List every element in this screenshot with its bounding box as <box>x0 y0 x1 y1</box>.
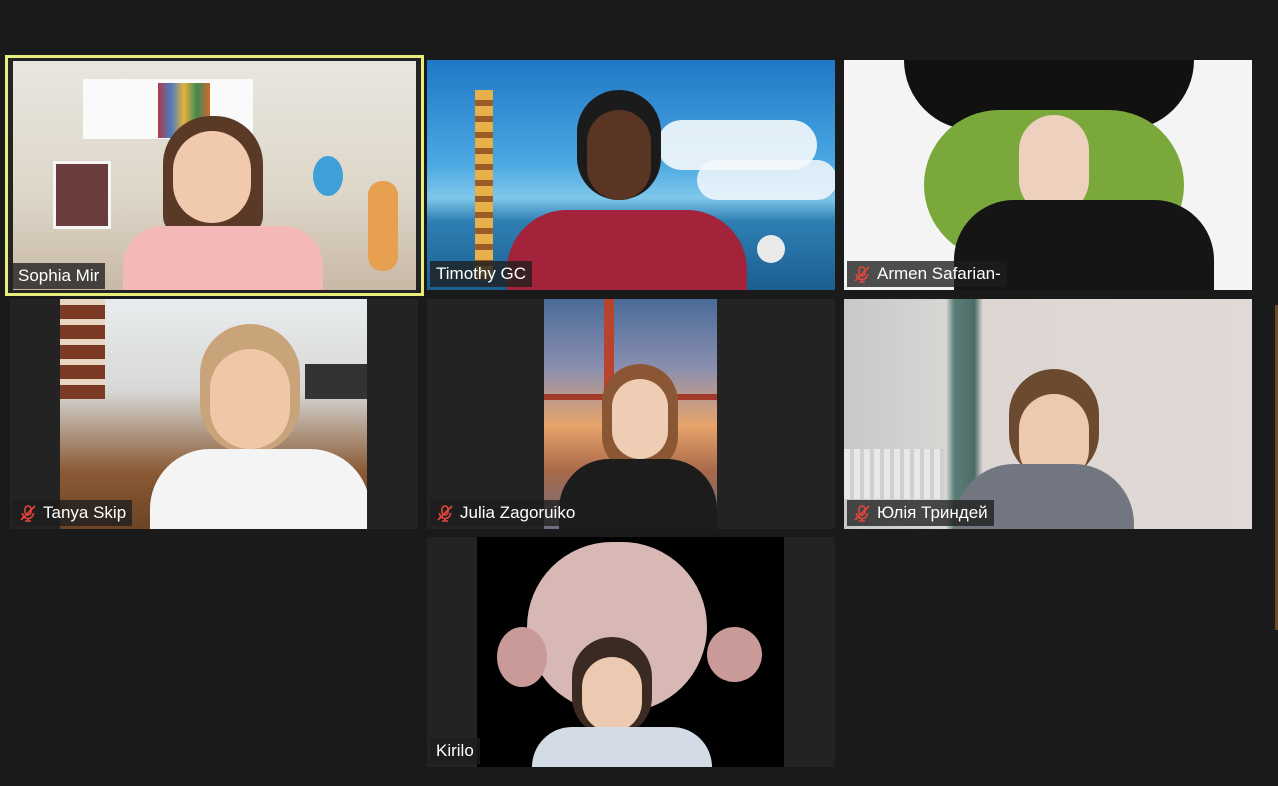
participant-video <box>844 299 1252 529</box>
participant-video <box>60 299 367 529</box>
name-tag: Sophia Mir <box>12 263 106 289</box>
participant-name: Timothy GC <box>436 264 527 283</box>
video-tile-sophia-mir[interactable]: Sophia Mir <box>5 55 424 296</box>
participant-name: Юлія Триндей <box>877 503 988 522</box>
name-tag: Armen Safarian- <box>847 261 1007 287</box>
participant-name: Julia Zagoruiko <box>460 503 576 522</box>
microphone-muted-icon <box>437 505 453 522</box>
video-tile-kirilo[interactable]: Kirilo <box>427 537 835 767</box>
video-tile-yuliia-tryndei[interactable]: Юлія Триндей <box>844 299 1252 529</box>
video-tile-tanya-skip[interactable]: Tanya Skip <box>10 299 418 529</box>
participant-video <box>13 61 416 290</box>
participant-name: Kirilo <box>436 741 474 760</box>
name-tag: Julia Zagoruiko <box>430 500 582 526</box>
participant-video <box>544 299 717 529</box>
participant-video <box>844 60 1252 290</box>
name-tag: Юлія Триндей <box>847 500 994 526</box>
video-tile-timothy-gc[interactable]: Timothy GC <box>427 60 835 290</box>
participant-name: Sophia Mir <box>18 266 100 285</box>
participant-name: Tanya Skip <box>43 503 127 522</box>
video-tile-armen-safarian[interactable]: Armen Safarian- <box>844 60 1252 290</box>
microphone-muted-icon <box>854 505 870 522</box>
participant-video <box>427 60 835 290</box>
name-tag: Tanya Skip <box>13 500 133 526</box>
microphone-muted-icon <box>20 505 36 522</box>
name-tag: Timothy GC <box>430 261 533 287</box>
participant-name: Armen Safarian- <box>877 264 1001 283</box>
name-tag: Kirilo <box>430 738 480 764</box>
video-tile-julia-zagoruiko[interactable]: Julia Zagoruiko <box>427 299 835 529</box>
participant-video <box>477 537 784 767</box>
microphone-muted-icon <box>854 266 870 283</box>
